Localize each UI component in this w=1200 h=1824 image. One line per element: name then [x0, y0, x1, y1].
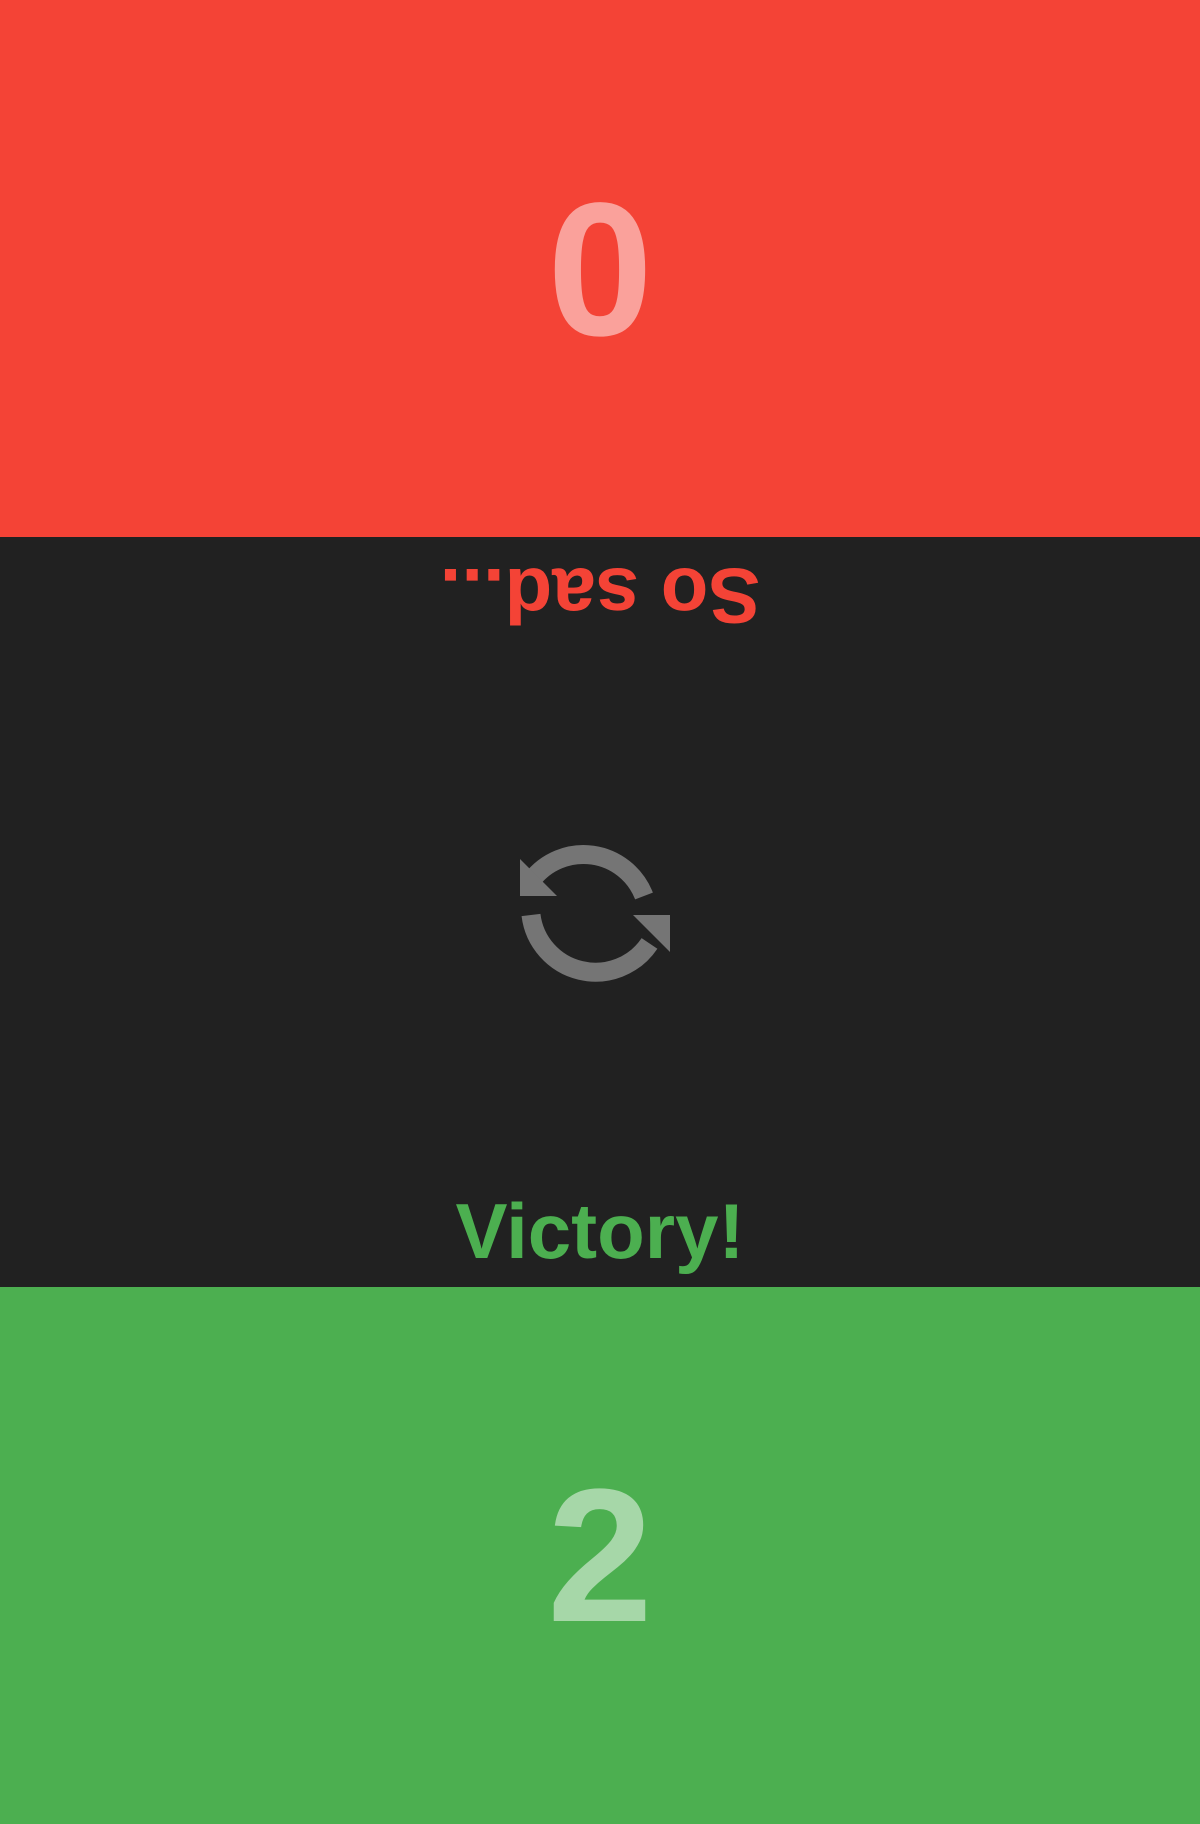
bottom-player-score: 2	[547, 1449, 653, 1662]
bottom-player-panel[interactable]: 2	[0, 1287, 1200, 1824]
game-screen: 0 So sad... Victory! 2	[0, 0, 1200, 1824]
top-player-panel[interactable]: 0	[0, 0, 1200, 537]
top-player-result-message: So sad...	[439, 552, 761, 640]
refresh-icon	[520, 845, 670, 982]
reset-button[interactable]	[520, 832, 680, 992]
bottom-player-result-message: Victory!	[455, 1187, 745, 1275]
top-player-score: 0	[547, 162, 653, 375]
